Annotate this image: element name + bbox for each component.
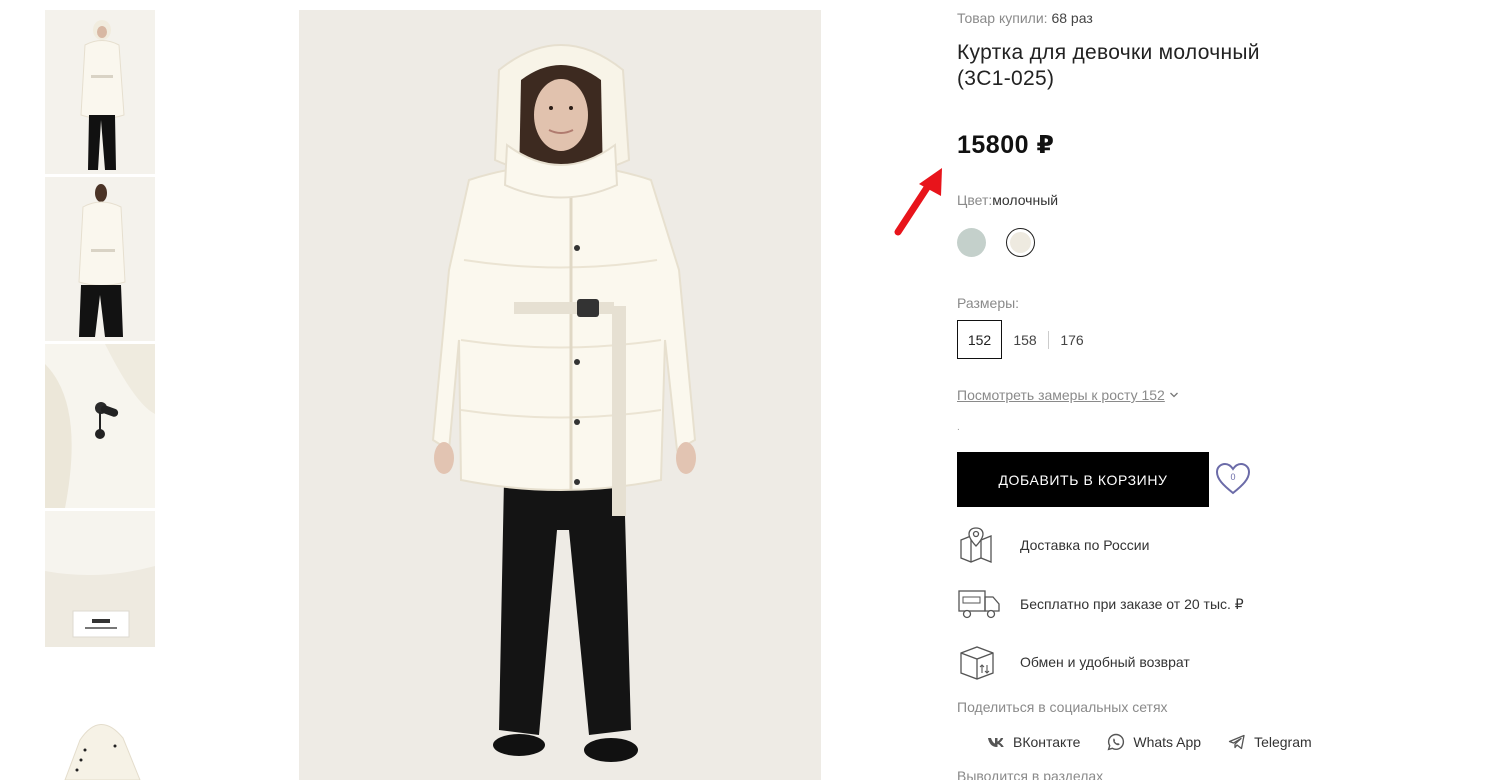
sizes-label: Размеры: xyxy=(957,295,1020,311)
size-selector: 152 158 176 xyxy=(957,320,1095,359)
feature-delivery: Доставка по России xyxy=(957,526,1149,564)
thumbnail-folded-view[interactable] xyxy=(45,710,155,780)
purchase-count-value: 68 раз xyxy=(1051,10,1093,26)
telegram-icon xyxy=(1228,734,1245,750)
color-label-text: Цвет: xyxy=(957,192,993,208)
box-exchange-icon xyxy=(957,643,1003,681)
color-label: Цвет:молочный xyxy=(957,192,1058,208)
vk-icon xyxy=(988,738,1004,747)
thumbnail-back-view[interactable] xyxy=(45,177,155,341)
feature-exchange-text: Обмен и удобный возврат xyxy=(1020,654,1190,670)
wishlist-count: 0 xyxy=(1230,472,1236,482)
measurements-link[interactable]: Посмотреть замеры к росту 152 xyxy=(957,387,1179,403)
share-telegram-label: Telegram xyxy=(1254,734,1312,750)
wishlist-button[interactable]: 0 xyxy=(1215,462,1251,496)
share-label: Поделиться в социальных сетях xyxy=(957,699,1168,715)
sections-label: Выводится в разделах xyxy=(957,768,1104,780)
model-illustration xyxy=(299,10,821,780)
size-option-152[interactable]: 152 xyxy=(957,320,1002,359)
color-swatch-sage[interactable] xyxy=(957,228,986,257)
red-arrow-icon xyxy=(894,168,942,236)
feature-exchange: Обмен и удобный возврат xyxy=(957,643,1190,681)
color-value: молочный xyxy=(992,192,1059,208)
size-option-176[interactable]: 176 xyxy=(1049,320,1095,359)
feature-free-shipping-text: Бесплатно при заказе от 20 тыс. ₽ xyxy=(1020,595,1244,612)
share-whatsapp-label: Whats App xyxy=(1133,734,1202,750)
chevron-down-icon xyxy=(1169,392,1178,398)
share-vk-label: ВКонтакте xyxy=(1013,734,1081,750)
measurements-link-text: Посмотреть замеры к росту 152 xyxy=(957,387,1165,403)
share-whatsapp-button[interactable]: Whats App xyxy=(1107,733,1201,751)
add-to-cart-button[interactable]: ДОБАВИТЬ В КОРЗИНУ xyxy=(957,452,1209,507)
product-title: Куртка для девочки молочный (3С1-025) xyxy=(957,41,1260,90)
separator-dot: . xyxy=(957,422,960,433)
map-pin-icon xyxy=(957,526,1003,564)
purchase-count-label: Товар купили: xyxy=(957,10,1048,26)
share-buttons: ВКонтакте Whats App Telegram xyxy=(987,733,1339,751)
feature-delivery-text: Доставка по России xyxy=(1020,537,1150,553)
main-product-image[interactable] xyxy=(299,10,821,780)
thumbnail-front-view[interactable] xyxy=(45,10,155,174)
product-price: 15800 ₽ xyxy=(957,131,1055,159)
purchase-count: Товар купили: 68 раз xyxy=(957,10,1093,26)
thumbnail-button-detail[interactable] xyxy=(45,344,155,508)
share-telegram-button[interactable]: Telegram xyxy=(1228,733,1312,751)
thumbnail-label-detail[interactable] xyxy=(45,511,155,647)
color-swatch-milky[interactable] xyxy=(1006,228,1035,257)
whatsapp-icon xyxy=(1107,733,1125,751)
share-vk-button[interactable]: ВКонтакте xyxy=(987,733,1080,751)
size-option-158[interactable]: 158 xyxy=(1002,320,1048,359)
free-delivery-truck-icon xyxy=(957,585,1003,623)
feature-free-shipping: Бесплатно при заказе от 20 тыс. ₽ xyxy=(957,585,1244,623)
